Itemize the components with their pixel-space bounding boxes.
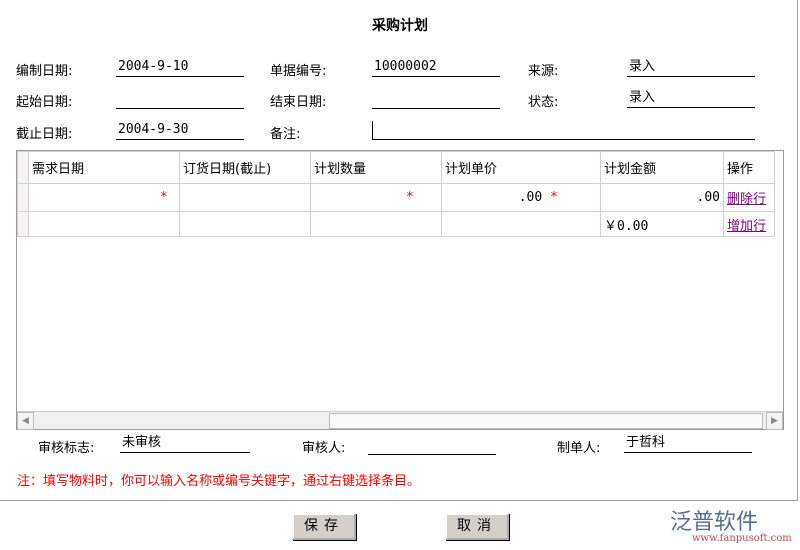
scroll-right-icon[interactable]: ▶: [766, 412, 783, 430]
end-date-field[interactable]: [372, 90, 500, 109]
audit-flag-field: 未审核: [120, 434, 250, 453]
table-row: * * .00 * .00 删除行: [17, 183, 775, 212]
doc-no-label: 单据编号:: [270, 64, 327, 79]
compile-date-label: 编制日期:: [16, 64, 73, 79]
cancel-button[interactable]: 取消: [445, 513, 509, 540]
hint-note: 注：填写物料时，你可以输入名称或编号关键字，通过右键选择条目。: [17, 474, 421, 489]
status-label: 状态:: [528, 95, 559, 110]
remark-field[interactable]: [372, 121, 755, 140]
demand-date-cell[interactable]: *: [28, 183, 180, 212]
start-date-field[interactable]: [116, 90, 244, 109]
scroll-thumb[interactable]: [329, 413, 763, 429]
unit-price-cell[interactable]: .00 *: [441, 183, 601, 212]
start-date-label: 起始日期:: [16, 95, 73, 110]
deadline-label: 截止日期:: [16, 127, 73, 142]
auditor-field: [368, 436, 496, 455]
audit-flag-label: 审核标志:: [38, 441, 95, 456]
creator-field: 于哲科: [624, 434, 752, 453]
auditor-label: 审核人:: [302, 441, 346, 456]
source-label: 来源:: [528, 64, 559, 79]
status-field[interactable]: 录入: [627, 89, 755, 108]
quantity-cell[interactable]: *: [310, 183, 442, 212]
save-button[interactable]: 保存: [292, 513, 356, 540]
doc-no-field[interactable]: 10000002: [372, 58, 500, 77]
source-field[interactable]: 录入: [627, 58, 755, 77]
table-header: 需求日期 订货日期(截止) 计划数量 计划单价 计划金额 操作: [17, 151, 775, 184]
col-action: 操作: [723, 151, 775, 184]
col-amount: 计划金额: [600, 151, 724, 184]
creator-label: 制单人:: [557, 441, 601, 456]
col-unit-price: 计划单价: [441, 151, 601, 184]
col-quantity: 计划数量: [310, 151, 442, 184]
delete-row-link[interactable]: 删除行: [727, 192, 766, 207]
amount-cell: .00: [600, 183, 724, 212]
compile-date-field[interactable]: 2004-9-10: [116, 58, 244, 77]
col-demand-date: 需求日期: [28, 151, 180, 184]
deadline-field[interactable]: 2004-9-30: [116, 121, 244, 140]
order-date-cell[interactable]: [179, 183, 311, 212]
page-title: 采购计划: [372, 18, 428, 34]
horizontal-scrollbar[interactable]: ◀ ▶: [17, 411, 783, 430]
fanpusoft-logo: 泛普软件 www.fanpusoft.com: [670, 510, 792, 544]
col-order-date: 订货日期(截止): [179, 151, 311, 184]
scroll-left-icon[interactable]: ◀: [17, 412, 34, 430]
total-amount: ￥0.00: [600, 211, 724, 237]
add-row-link[interactable]: 增加行: [727, 219, 766, 234]
plan-grid: 需求日期 订货日期(截止) 计划数量 计划单价 计划金额 操作 * * .00 …: [16, 150, 784, 430]
end-date-label: 结束日期:: [270, 95, 327, 110]
remark-label: 备注:: [270, 127, 301, 142]
row-indicator: [17, 151, 29, 184]
table-row: ￥0.00 增加行: [17, 211, 775, 237]
